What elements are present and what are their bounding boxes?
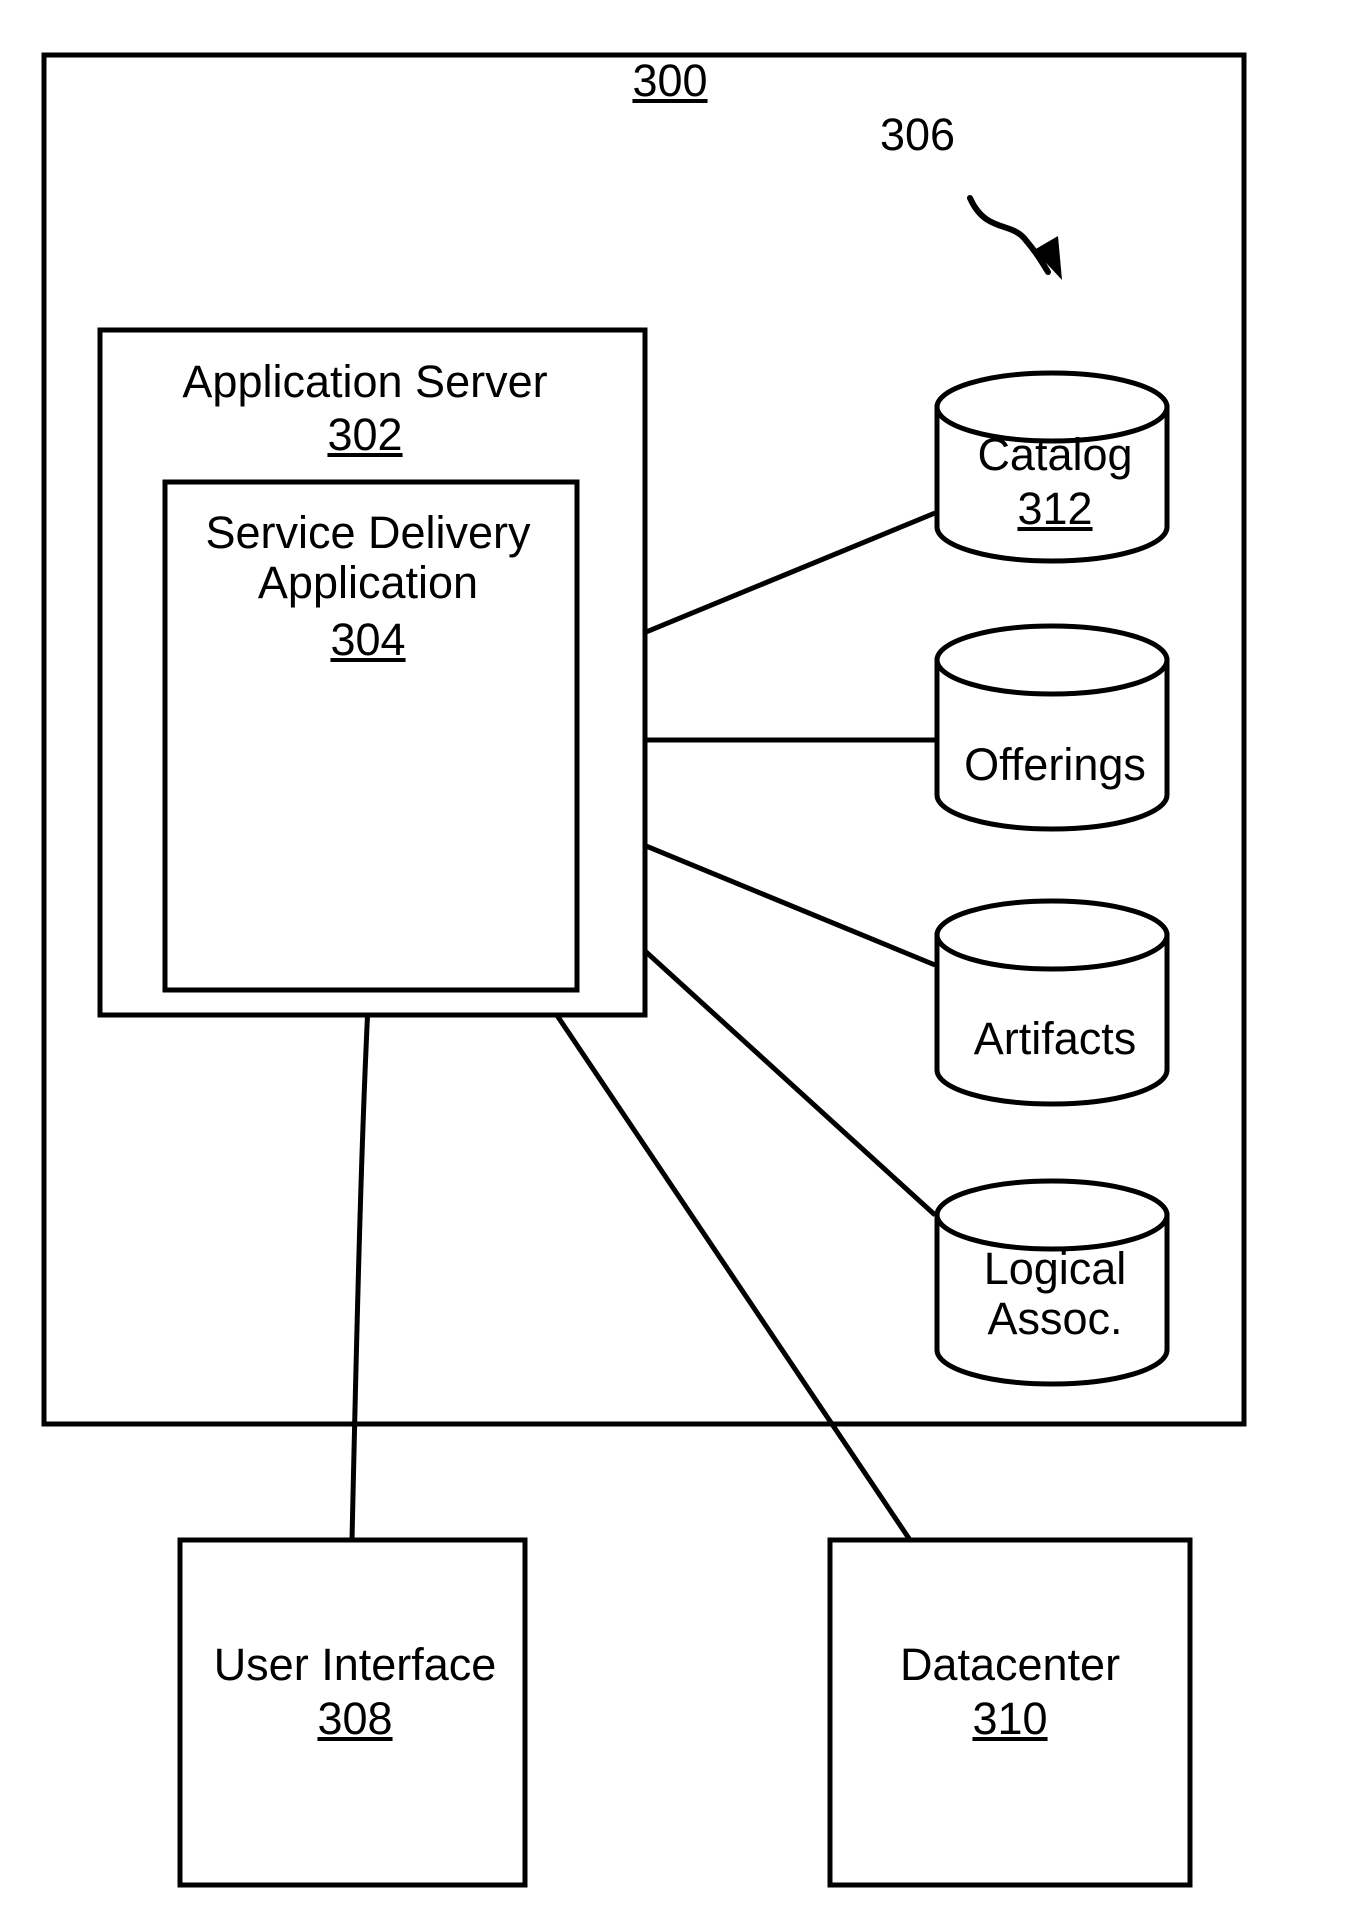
service-delivery-application-number: 304 bbox=[330, 614, 406, 665]
user-interface-number: 308 bbox=[317, 1693, 393, 1744]
logical-assoc-label: Logical Assoc. bbox=[983, 1243, 1127, 1345]
callout-label-306: 306 bbox=[880, 109, 956, 160]
datacenter-number: 310 bbox=[972, 1693, 1048, 1744]
offerings-cylinder bbox=[934, 623, 1170, 832]
service-delivery-application-label: Service Delivery Application bbox=[205, 507, 531, 609]
patent-figure-diagram: 300 306 Application Server 302 Service D… bbox=[0, 0, 1349, 1926]
catalog-number: 312 bbox=[1017, 483, 1093, 534]
offerings-label: Offerings bbox=[964, 739, 1146, 790]
datacenter-label: Datacenter bbox=[899, 1639, 1121, 1690]
application-server-number: 302 bbox=[327, 409, 403, 460]
user-interface-label: User Interface bbox=[213, 1639, 497, 1690]
artifacts-cylinder bbox=[934, 898, 1170, 1107]
artifacts-label: Artifacts bbox=[973, 1013, 1137, 1064]
figure-number-300: 300 bbox=[632, 55, 708, 106]
catalog-label: Catalog bbox=[977, 429, 1133, 480]
diagram-canvas bbox=[41, 52, 1247, 1888]
application-server-label: Application Server bbox=[182, 356, 548, 407]
